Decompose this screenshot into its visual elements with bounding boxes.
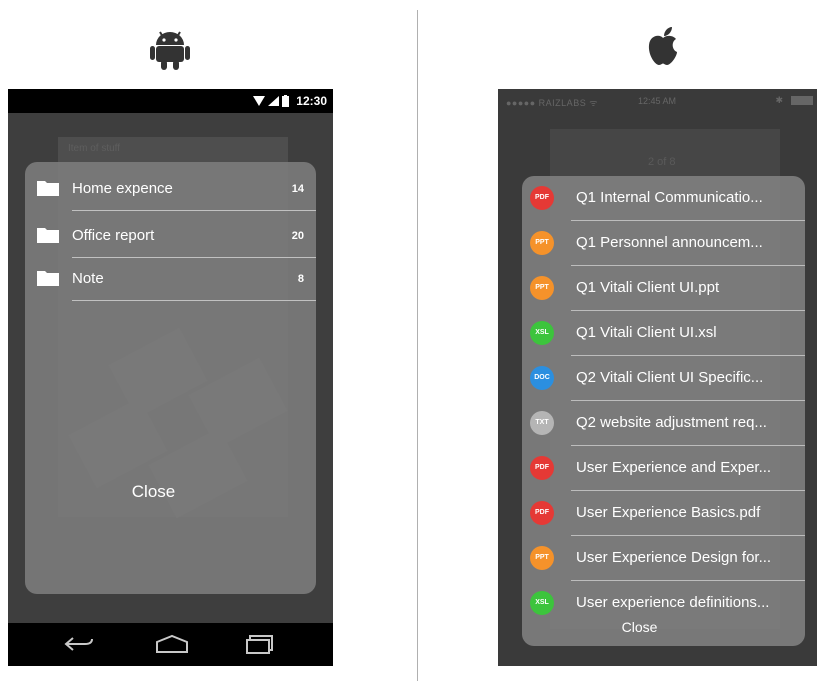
ios-status-bar: ●●●●● RAIZLABS ᯤ 12:45 AM ✱ (498, 89, 817, 113)
status-time: 12:30 (296, 94, 327, 108)
file-name: Q1 Personnel announcem... (576, 234, 763, 251)
file-type-badge: PPT (530, 276, 554, 300)
folder-item[interactable]: Note 8 (25, 257, 316, 301)
android-icon (150, 31, 190, 70)
file-name: Q1 Vitali Client UI.xsl (576, 324, 717, 341)
folder-label: Office report (72, 227, 155, 244)
file-item[interactable]: PDF User Experience Basics.pdf (522, 491, 805, 536)
wifi-icon (253, 96, 265, 106)
background-header: Item of stuff (68, 143, 121, 154)
file-name: Q2 Vitali Client UI Specific... (576, 369, 764, 386)
android-status-bar: 12:30 (8, 89, 333, 113)
file-name: Q1 Vitali Client UI.ppt (576, 279, 720, 296)
signal-icon (268, 96, 279, 106)
file-type-badge: XSL (530, 321, 554, 345)
folder-label: Home expence (72, 180, 173, 197)
file-item[interactable]: DOC Q2 Vitali Client UI Specific... (522, 356, 805, 401)
file-type-badge: PPT (530, 231, 554, 255)
file-type-badge: DOC (530, 366, 554, 390)
folder-item[interactable]: Office report 20 (25, 214, 316, 258)
file-name: User Experience Basics.pdf (576, 504, 761, 521)
file-item[interactable]: PPT User Experience Design for... (522, 536, 805, 581)
file-item[interactable]: TXT Q2 website adjustment req... (522, 401, 805, 446)
carrier-label: ●●●●● RAIZLABS ᯤ (506, 98, 598, 108)
folder-count: 20 (291, 230, 304, 242)
folder-icon (37, 181, 59, 196)
home-icon[interactable] (155, 634, 189, 654)
battery-icon (791, 96, 813, 105)
battery-icon (282, 95, 289, 107)
file-name: User Experience and Exper... (576, 459, 772, 476)
ios-screen: ●●●●● RAIZLABS ᯤ 12:45 AM ✱ 2 of 8 PDF Q… (498, 89, 817, 666)
file-item[interactable]: XSL Q1 Vitali Client UI.xsl (522, 311, 805, 356)
file-name: User Experience Design for... (576, 549, 772, 566)
file-type-badge: PDF (530, 456, 554, 480)
folder-count: 14 (291, 183, 304, 195)
file-type-badge: PPT (530, 546, 554, 570)
file-type-badge: TXT (530, 411, 554, 435)
bluetooth-icon: ✱ (775, 95, 783, 105)
file-item[interactable]: PDF User Experience and Exper... (522, 446, 805, 491)
folder-item[interactable]: Home expence 14 (25, 167, 316, 211)
back-icon[interactable] (63, 634, 95, 654)
status-time: 12:45 AM (638, 96, 677, 106)
divider (417, 10, 418, 681)
android-nav-bar (8, 623, 333, 666)
file-name: Q1 Internal Communicatio... (576, 189, 763, 206)
apple-icon (648, 27, 677, 65)
row-divider (72, 210, 316, 211)
close-button[interactable]: Close (8, 482, 299, 502)
file-item[interactable]: PDF Q1 Internal Communicatio... (522, 176, 805, 221)
file-name: User experience definitions... (576, 594, 770, 611)
folder-icon (37, 271, 59, 286)
row-divider (72, 300, 316, 301)
recents-icon[interactable] (246, 634, 274, 654)
background-page-indicator: 2 of 8 (648, 156, 676, 168)
file-item[interactable]: PPT Q1 Vitali Client UI.ppt (522, 266, 805, 311)
close-button[interactable]: Close (498, 619, 781, 635)
file-name: Q2 website adjustment req... (576, 414, 767, 431)
file-item[interactable]: PPT Q1 Personnel announcem... (522, 221, 805, 266)
file-type-badge: PDF (530, 501, 554, 525)
folder-dialog: Home expence 14 Office report 20 Note 8 (25, 162, 316, 594)
file-type-badge: PDF (530, 186, 554, 210)
folder-label: Note (72, 270, 104, 287)
android-screen: 12:30 Item of stuff Home expence 14 Offi… (8, 89, 333, 666)
file-dialog: PDF Q1 Internal Communicatio... PPT Q1 P… (522, 176, 805, 646)
folder-count: 8 (297, 273, 304, 285)
file-type-badge: XSL (530, 591, 554, 615)
folder-icon (37, 228, 59, 243)
